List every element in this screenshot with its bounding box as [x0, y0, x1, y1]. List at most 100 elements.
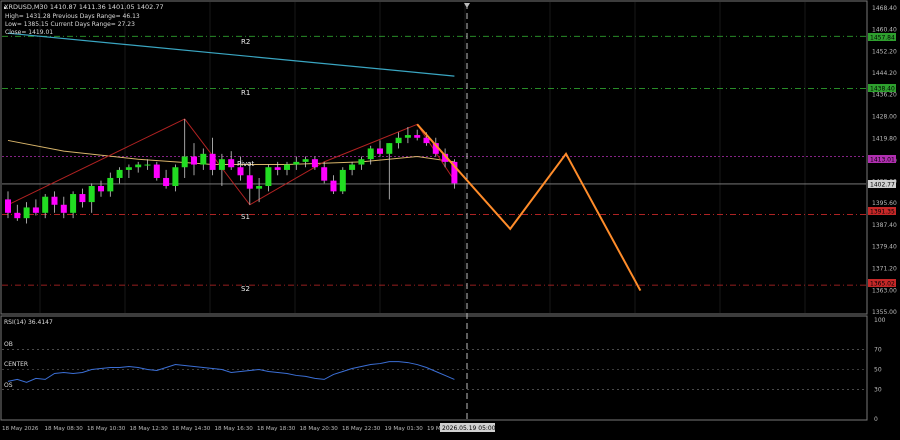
candle-body [386, 143, 393, 154]
price-tick-label: 1468.40 [872, 5, 897, 12]
candle [218, 153, 225, 187]
candle [293, 156, 300, 170]
candlesticks [5, 118, 458, 224]
time-tick-label: 18 May 2026 [2, 426, 39, 432]
symbol-header: XRDUSD,M30 1410.87 1411.36 1401.05 1402.… [4, 3, 164, 11]
candle-body [51, 196, 58, 205]
main-plot-frame [0, 0, 868, 315]
time-tick-label: 18 May 20:30 [300, 426, 339, 432]
r2-price-badge: 1457.84 [868, 33, 896, 42]
candle-body [135, 164, 142, 168]
rsi-ob-label: OB [4, 341, 13, 348]
rsi-tick-label: 0 [874, 416, 878, 423]
candle-body [60, 204, 67, 213]
candle [144, 159, 151, 170]
svg-text:2026.05.19 05:00: 2026.05.19 05:00 [442, 425, 496, 432]
candle [181, 118, 188, 178]
candle-body [153, 164, 160, 178]
candle [14, 204, 21, 221]
info-line-1: High= 1431.28 Previous Days Range= 46.13 [5, 13, 140, 20]
candle-body [228, 159, 235, 168]
forecast-path [416, 123, 642, 292]
time-tick-label: 18 May 12:30 [130, 426, 169, 432]
candle-body [23, 207, 30, 219]
candle [79, 188, 86, 208]
candle-body [5, 199, 11, 213]
rsi-os-label: OS [4, 382, 13, 389]
s2-price-badge: 1365.02 [868, 279, 896, 288]
candle-body [14, 212, 21, 219]
price-tick-label: 1444.20 [872, 70, 897, 77]
chart-canvas[interactable]: 1468.401460.401452.201444.201436.201428.… [0, 0, 900, 436]
candle [339, 167, 346, 195]
candle [302, 156, 309, 168]
svg-text:1391.35: 1391.35 [870, 209, 895, 216]
candle-body [200, 153, 207, 165]
candle [5, 191, 11, 219]
candle [228, 151, 235, 170]
rsi-tick-label: 100 [874, 317, 886, 324]
time-tick-label: 18 May 10:30 [87, 426, 126, 432]
candle-body [321, 167, 328, 181]
rsi-plot-frame [0, 315, 868, 421]
candle [209, 137, 216, 176]
candle-body [163, 177, 170, 187]
r1-label: R1 [241, 89, 250, 97]
candle [60, 196, 67, 219]
candle [386, 143, 393, 200]
svg-text:1438.40: 1438.40 [870, 86, 895, 93]
svg-text:1402.77: 1402.77 [870, 182, 895, 189]
candle-body [293, 161, 300, 165]
candle-body [349, 164, 356, 170]
pivot-price-badge: 1413.01 [868, 155, 896, 164]
candle [274, 161, 281, 176]
candle [200, 148, 207, 170]
trading-chart-window: 1468.40 1460.40 1452.20 1444.20 1436.20 1428.… [0, 0, 900, 436]
candle [51, 191, 58, 213]
price-tick-label: 1419.80 [872, 135, 897, 142]
price-tick-label: 1363.00 [872, 288, 897, 295]
candle [135, 161, 142, 173]
candle [395, 132, 402, 149]
candle-body [377, 148, 383, 154]
candle-body [79, 194, 86, 203]
candle-body [88, 186, 95, 203]
rsi-tick-label: 50 [874, 367, 882, 374]
candle [70, 191, 77, 219]
candle [367, 145, 374, 165]
candle-body [218, 159, 225, 170]
forecast-line [416, 123, 642, 292]
candle-body [246, 175, 253, 189]
price-tick-label: 1355.00 [872, 309, 897, 316]
pivot-label: Pivot [237, 160, 254, 168]
candle [265, 164, 272, 192]
candle-body [144, 164, 151, 166]
candle [125, 164, 132, 178]
rsi-indicator [2, 349, 866, 390]
candle-body [32, 207, 39, 213]
rsi-line [7, 361, 455, 383]
candle [116, 167, 123, 184]
candle-body [358, 159, 365, 165]
candle [246, 161, 253, 205]
candle-body [42, 196, 49, 213]
price-tick-label: 1452.20 [872, 48, 897, 55]
candle [358, 156, 365, 170]
current-price-badge: 1402.77 [868, 180, 896, 189]
candle-body [181, 156, 188, 168]
candle-body [414, 135, 421, 138]
info-line-3: Close= 1419.01 [5, 29, 53, 36]
candle [330, 175, 337, 195]
candle-body [237, 167, 244, 176]
candle-body [284, 164, 290, 170]
info-line-2: Low= 1385.15 Current Days Range= 27.23 [5, 21, 135, 28]
candle-body [404, 135, 411, 138]
candle [414, 129, 421, 141]
candle [349, 161, 356, 176]
rsi-tick-label: 30 [874, 386, 882, 393]
rsi-tick-label: 70 [874, 347, 882, 354]
candle-body [98, 186, 104, 192]
candle-body [302, 159, 309, 162]
candle [321, 161, 328, 184]
candle [88, 183, 95, 213]
